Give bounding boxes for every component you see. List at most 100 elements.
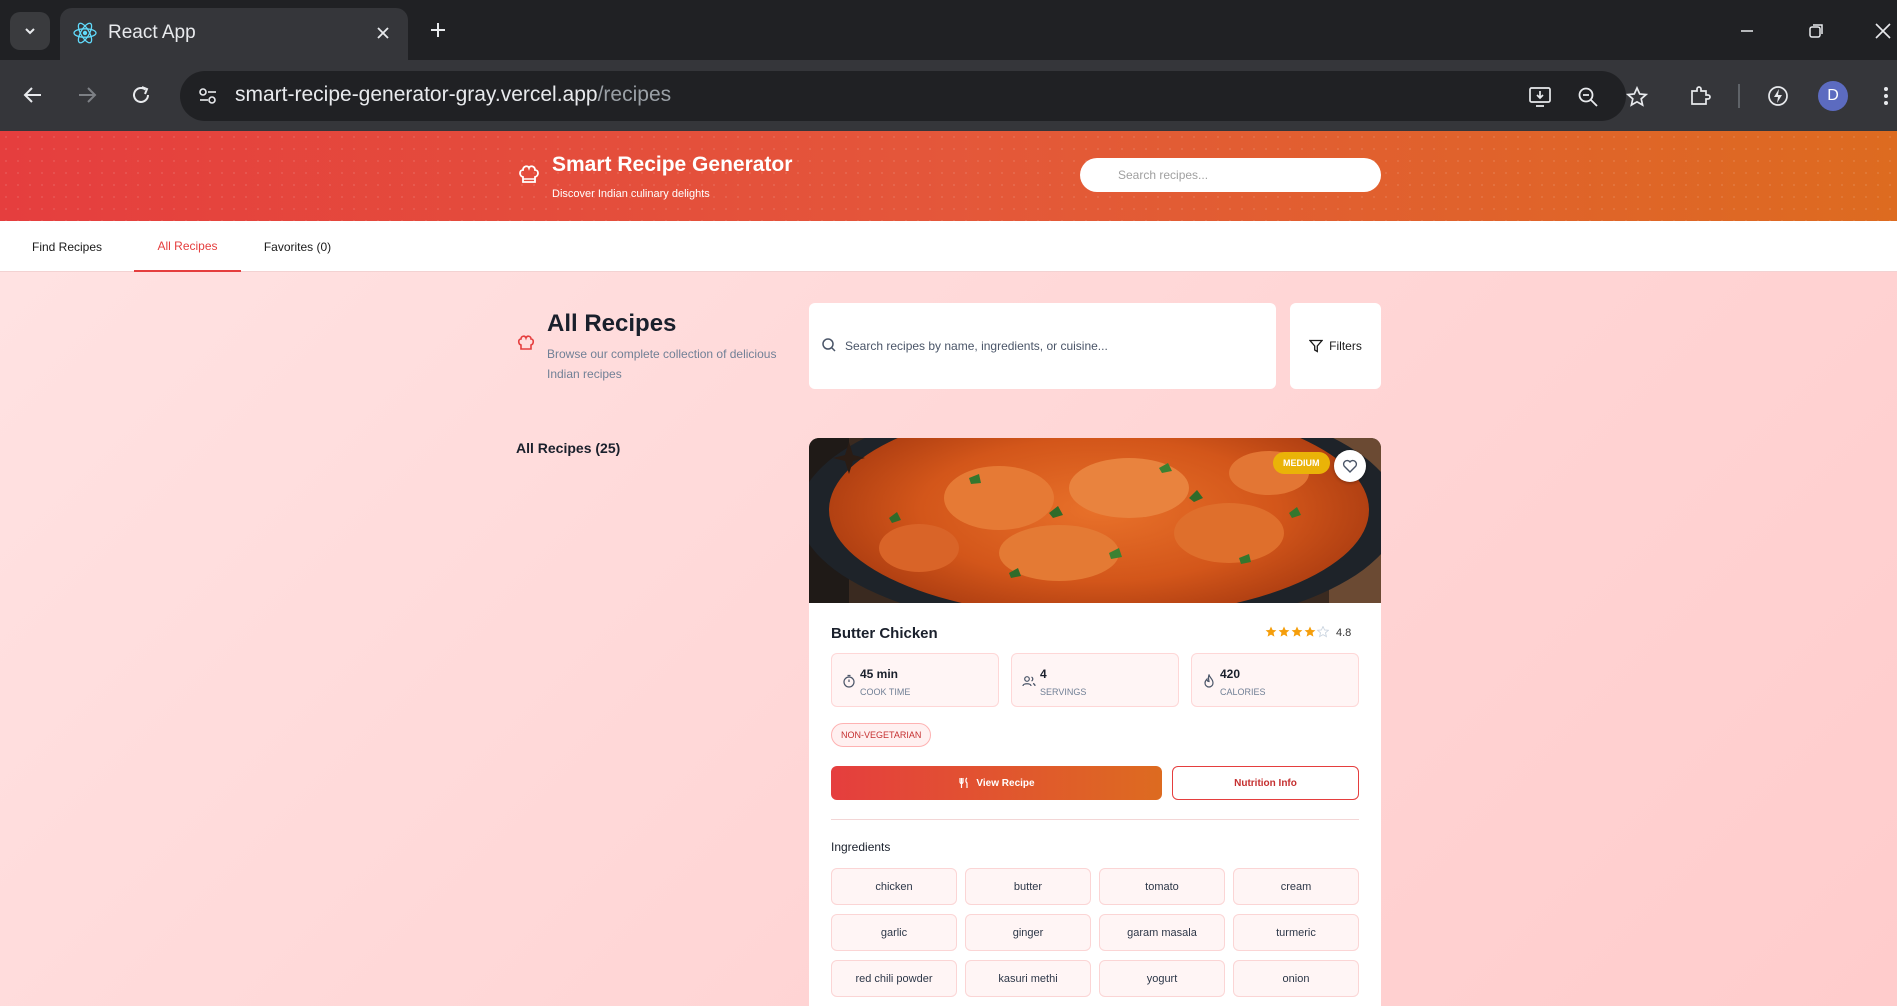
chef-hat-icon	[517, 335, 535, 350]
ingredient-chip: turmeric	[1233, 914, 1359, 951]
browser-toolbar: smart-recipe-generator-gray.vercel.app/r…	[0, 60, 1897, 131]
chef-hat-icon	[519, 165, 539, 183]
search-icon	[822, 338, 836, 352]
card-divider	[831, 819, 1359, 820]
tab-close-button[interactable]	[372, 22, 394, 44]
filter-icon	[1309, 339, 1324, 353]
new-tab-button[interactable]	[424, 16, 452, 44]
difficulty-badge: MEDIUM	[1273, 452, 1330, 474]
recipe-search-input[interactable]	[845, 329, 1265, 363]
ingredient-chip: butter	[965, 868, 1091, 905]
heart-icon	[1342, 459, 1358, 473]
zoom-button[interactable]	[1574, 83, 1602, 111]
address-bar[interactable]: smart-recipe-generator-gray.vercel.app/r…	[180, 71, 1648, 121]
close-window-button[interactable]	[1868, 16, 1897, 46]
ingredient-chip: garlic	[831, 914, 957, 951]
header-search-input[interactable]	[1080, 158, 1381, 192]
close-icon	[377, 27, 389, 39]
forward-button[interactable]	[72, 80, 102, 110]
flame-icon	[1204, 674, 1214, 688]
reload-icon	[133, 86, 149, 103]
extensions-button[interactable]	[1684, 80, 1716, 112]
page-subtitle: Browse our complete collection of delici…	[547, 347, 777, 381]
ingredient-chip: kasuri methi	[965, 960, 1091, 997]
rating-stars	[1265, 626, 1329, 638]
filters-button[interactable]: Filters	[1290, 303, 1381, 389]
app-title: Smart Recipe Generator	[552, 153, 793, 176]
stat-calories: 420 CALORIES	[1191, 653, 1359, 707]
view-recipe-label: View Recipe	[976, 777, 1035, 789]
star-empty-icon	[1317, 626, 1329, 638]
url-text: smart-recipe-generator-gray.vercel.app/r…	[235, 83, 671, 107]
minimize-button[interactable]	[1732, 16, 1762, 46]
ingredient-chip: yogurt	[1099, 960, 1225, 997]
install-icon	[1529, 87, 1551, 107]
view-recipe-button[interactable]: View Recipe	[831, 766, 1162, 800]
reload-button[interactable]	[126, 80, 156, 110]
arrow-left-icon	[23, 87, 41, 103]
bookmark-button[interactable]	[1623, 83, 1651, 111]
recipe-search-box	[809, 303, 1276, 389]
ingredients-title: Ingredients	[831, 840, 891, 854]
ingredient-chip: tomato	[1099, 868, 1225, 905]
star-icon	[1291, 626, 1303, 637]
rating-value: 4.8	[1336, 627, 1352, 639]
react-logo-icon	[73, 22, 97, 44]
recipe-count-label: All Recipes (25)	[516, 440, 621, 456]
tune-icon	[199, 88, 216, 104]
recipe-card[interactable]: MEDIUM Butter Chicken 4.8 45 min COOK TI…	[809, 438, 1381, 1006]
minimize-icon	[1741, 30, 1753, 32]
restore-icon	[1809, 24, 1823, 38]
site-info-button[interactable]	[194, 83, 222, 109]
stat-value: 420	[1220, 667, 1241, 681]
more-vert-icon	[1884, 87, 1888, 105]
recipe-name: Butter Chicken	[831, 625, 938, 642]
chevron-down-icon	[25, 28, 35, 35]
tab-all-recipes[interactable]: All Recipes	[134, 221, 241, 272]
profile-avatar[interactable]: D	[1818, 81, 1848, 111]
stat-label: CALORIES	[1220, 687, 1266, 697]
filters-label: Filters	[1329, 339, 1362, 353]
page-title: All Recipes	[547, 310, 677, 337]
nutrition-info-button[interactable]: Nutrition Info	[1172, 766, 1359, 800]
puzzle-icon	[1691, 86, 1711, 105]
close-icon	[1875, 23, 1891, 39]
star-outline-icon	[1626, 86, 1648, 107]
zoom-out-icon	[1578, 87, 1598, 107]
ingredient-chip: cream	[1233, 868, 1359, 905]
ingredient-chip: red chili powder	[831, 960, 957, 997]
stat-label: SERVINGS	[1040, 687, 1087, 697]
url-host: smart-recipe-generator-gray.vercel.app	[235, 83, 598, 106]
utensils-icon	[959, 777, 969, 788]
performance-button[interactable]	[1762, 80, 1794, 112]
stat-label: COOK TIME	[860, 687, 911, 697]
browser-tab[interactable]: React App	[60, 8, 408, 60]
timer-icon	[843, 674, 855, 688]
arrow-right-icon	[79, 87, 97, 103]
app-header: Smart Recipe Generator Discover Indian c…	[0, 131, 1897, 221]
back-button[interactable]	[18, 80, 48, 110]
restore-button[interactable]	[1801, 16, 1831, 46]
tab-search-button[interactable]	[10, 12, 50, 50]
browser-titlebar: React App	[0, 0, 1897, 60]
tab-favorites[interactable]: Favorites (0)	[241, 221, 354, 272]
users-icon	[1022, 676, 1036, 687]
star-icon	[1278, 626, 1290, 637]
stat-cook-time: 45 min COOK TIME	[831, 653, 999, 707]
performance-icon	[1768, 86, 1788, 106]
tab-find-recipes[interactable]: Find Recipes	[0, 221, 134, 272]
favorite-button[interactable]	[1334, 450, 1366, 482]
plus-icon	[431, 23, 445, 37]
nav-tabs: Find Recipes All Recipes Favorites (0)	[0, 221, 1897, 272]
star-icon	[1304, 626, 1316, 637]
ingredient-chip: garam masala	[1099, 914, 1225, 951]
diet-badge: NON-VEGETARIAN	[831, 723, 932, 747]
ingredient-chip: chicken	[831, 868, 957, 905]
install-app-button[interactable]	[1526, 83, 1554, 111]
ingredient-chip: ginger	[965, 914, 1091, 951]
stat-value: 4	[1040, 667, 1047, 681]
stat-servings: 4 SERVINGS	[1011, 653, 1179, 707]
app-subtitle: Discover Indian culinary delights	[552, 188, 710, 200]
browser-menu-button[interactable]	[1870, 80, 1897, 112]
tab-title: React App	[108, 22, 196, 43]
